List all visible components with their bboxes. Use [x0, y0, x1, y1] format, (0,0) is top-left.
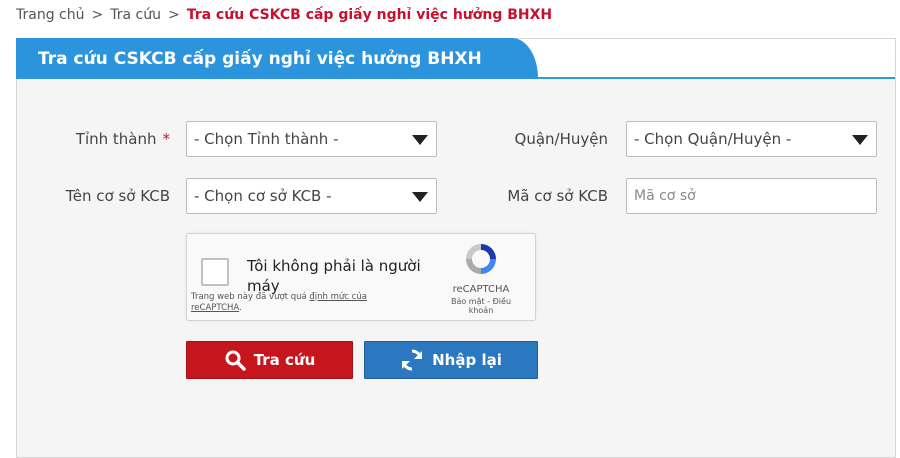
province-select[interactable]: - Chọn Tỉnh thành -	[186, 121, 437, 157]
recaptcha-brand: reCAPTCHA	[452, 284, 510, 295]
district-label: Quận/Huyện	[514, 130, 608, 148]
facility-code-input[interactable]: Mã cơ sở	[626, 178, 877, 214]
district-select[interactable]: - Chọn Quận/Huyện -	[626, 121, 877, 157]
search-icon	[224, 349, 246, 371]
breadcrumb-home[interactable]: Trang chủ	[16, 7, 84, 23]
facility-label: Tên cơ sở KCB	[65, 187, 170, 205]
refresh-icon	[400, 348, 424, 372]
breadcrumb-current: Tra cứu CSKCB cấp giấy nghỉ việc hưởng B…	[186, 7, 553, 23]
recaptcha-quota-note: Trang web này đã vượt quá định mức của r…	[191, 292, 411, 314]
facility-select[interactable]: - Chọn cơ sở KCB -	[186, 178, 437, 214]
search-button[interactable]: Tra cứu	[186, 341, 353, 379]
caret-down-icon	[412, 192, 428, 202]
reset-button-label: Nhập lại	[432, 351, 502, 369]
district-select-value: - Chọn Quận/Huyện -	[634, 130, 792, 148]
recaptcha-note-text: Trang web này đã vượt quá	[191, 292, 310, 302]
breadcrumb-separator: >	[91, 7, 104, 23]
recaptcha-checkbox[interactable]	[201, 258, 229, 286]
caret-down-icon	[412, 135, 428, 145]
breadcrumb: Trang chủ > Tra cứu > Tra cứu CSKCB cấp …	[16, 4, 552, 26]
panel-title: Tra cứu CSKCB cấp giấy nghỉ việc hưởng B…	[16, 38, 538, 79]
province-label: Tỉnh thành *	[60, 129, 170, 149]
recaptcha-label: Tôi không phải là người máy	[247, 257, 421, 295]
recaptcha-logo-icon	[466, 244, 496, 274]
reset-button[interactable]: Nhập lại	[364, 341, 538, 379]
recaptcha-note-end: .	[239, 303, 242, 313]
facility-code-placeholder: Mã cơ sở	[634, 188, 696, 204]
facility-code-label: Mã cơ sở KCB	[507, 187, 608, 205]
province-label-text: Tỉnh thành	[75, 130, 157, 148]
breadcrumb-lookup[interactable]: Tra cứu	[110, 7, 161, 23]
search-button-label: Tra cứu	[253, 351, 316, 369]
breadcrumb-separator: >	[167, 7, 180, 23]
province-select-value: - Chọn Tỉnh thành -	[194, 130, 339, 148]
facility-select-value: - Chọn cơ sở KCB -	[194, 187, 332, 205]
recaptcha-widget: Tôi không phải là người máy Trang web nà…	[186, 233, 536, 321]
recaptcha-logo: reCAPTCHA Bảo mật - Điều khoản	[441, 240, 521, 315]
panel-header: Tra cứu CSKCB cấp giấy nghỉ việc hưởng B…	[16, 38, 895, 79]
caret-down-icon	[852, 135, 868, 145]
required-mark: *	[162, 130, 171, 148]
recaptcha-privacy-terms[interactable]: Bảo mật - Điều khoản	[441, 297, 521, 315]
